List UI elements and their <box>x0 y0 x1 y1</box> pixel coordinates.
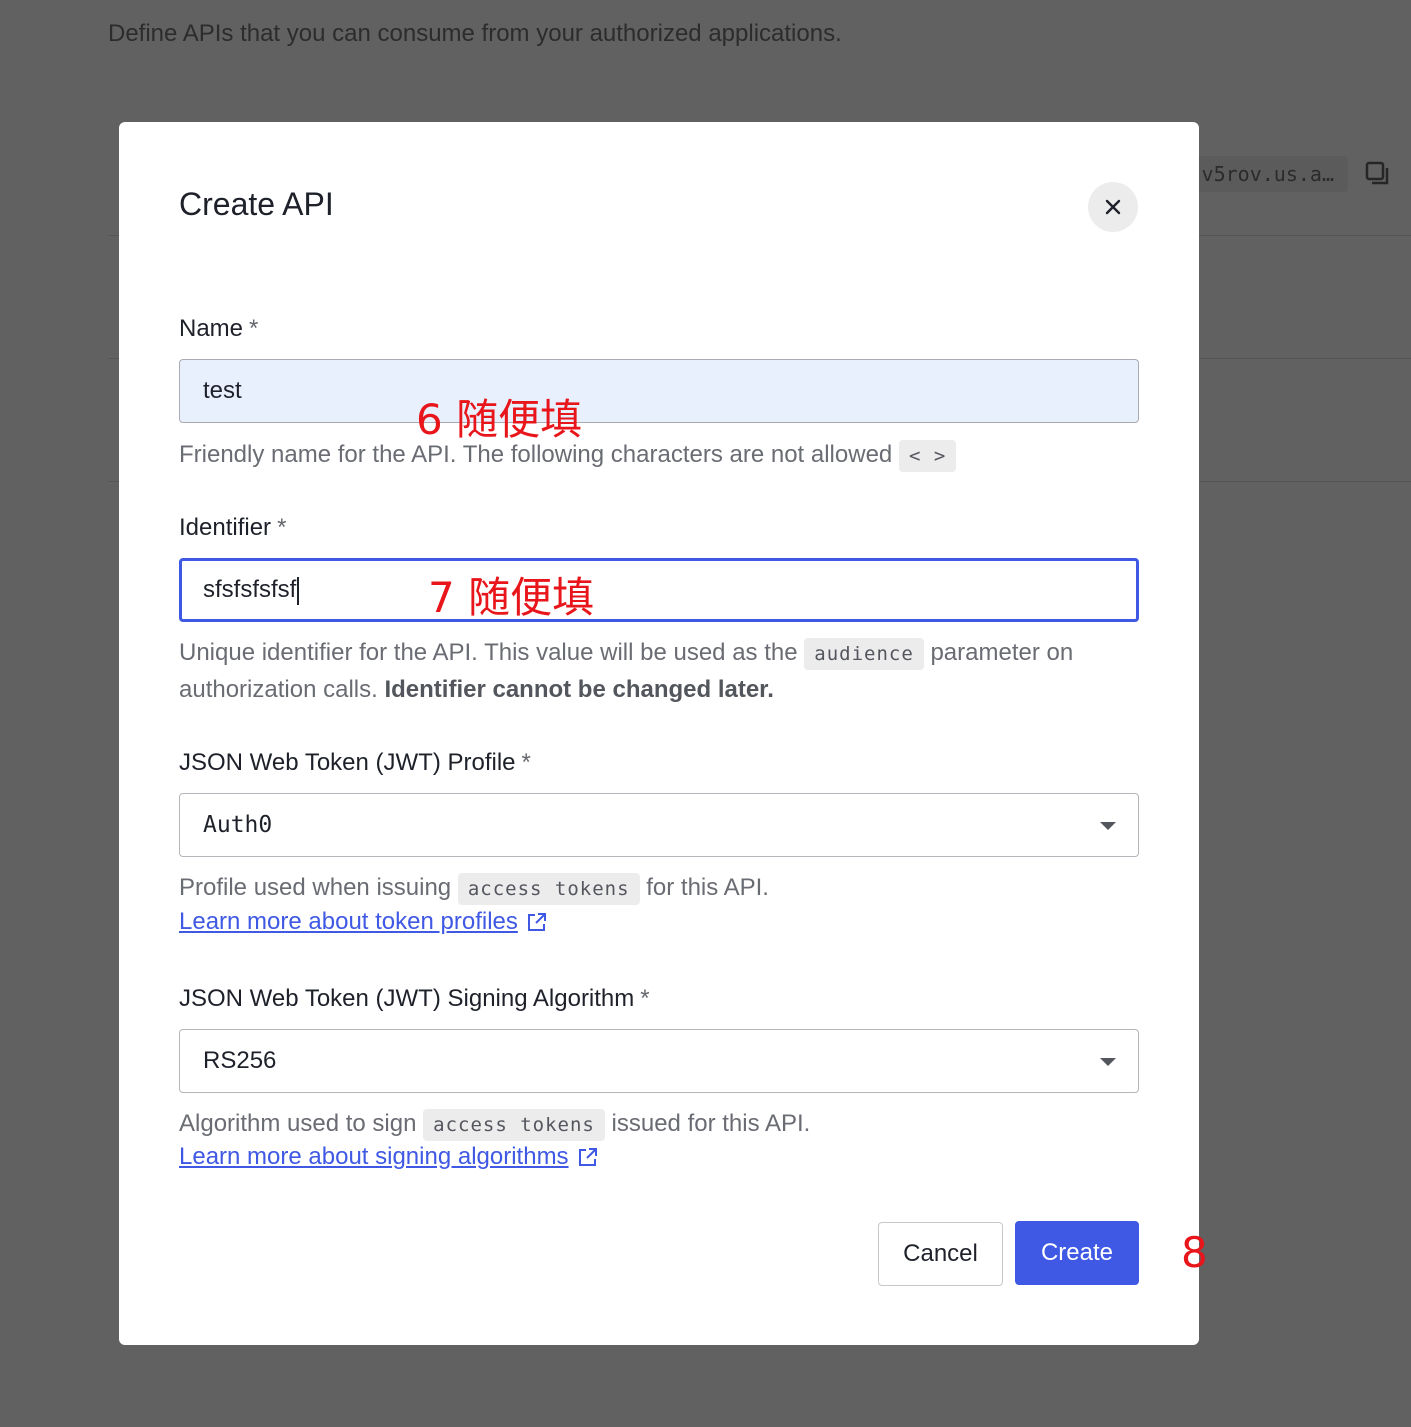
required-marker: * <box>521 749 531 776</box>
jwt-profile-value: Auth0 <box>203 812 273 838</box>
page-description: Define APIs that you can consume from yo… <box>108 20 842 47</box>
identifier-warning: Identifier cannot be changed later. <box>384 676 774 703</box>
identifier-label: Identifier * <box>179 514 286 542</box>
required-marker: * <box>249 315 259 342</box>
name-input[interactable]: test <box>179 359 1139 423</box>
signing-algorithm-help: Algorithm used to sign access tokens iss… <box>179 1105 1139 1142</box>
token-profiles-link-text: Learn more about token profiles <box>179 908 518 935</box>
signing-algorithm-value: RS256 <box>203 1047 277 1074</box>
name-label: Name * <box>179 315 258 343</box>
signing-algorithm-help-text-2: issued for this API. <box>611 1110 811 1137</box>
access-tokens-code: access tokens <box>423 1109 605 1141</box>
jwt-profile-label: JSON Web Token (JWT) Profile * <box>179 749 531 777</box>
jwt-profile-help-text-2: for this API. <box>646 874 769 901</box>
external-link-icon <box>578 1148 597 1166</box>
required-marker: * <box>277 514 287 541</box>
identifier-input[interactable]: sfsfsfsfsf <box>179 558 1139 622</box>
jwt-profile-help: Profile used when issuing access tokens … <box>179 869 1139 906</box>
identifier-help-text: Unique identifier for the API. This valu… <box>179 639 798 666</box>
chevron-down-icon <box>1100 822 1116 830</box>
create-api-dialog: Create API Name * test Friendly name for … <box>119 122 1199 1345</box>
close-button[interactable] <box>1088 182 1138 232</box>
dialog-title: Create API <box>179 186 334 222</box>
annotation-step-6: 6 随便填 <box>416 395 583 444</box>
create-button[interactable]: Create <box>1015 1221 1139 1285</box>
chevron-down-icon <box>1100 1058 1116 1066</box>
signing-algorithm-select[interactable]: RS256 <box>179 1029 1139 1093</box>
name-label-text: Name <box>179 315 244 342</box>
signing-algorithms-link-text: Learn more about signing algorithms <box>179 1143 569 1170</box>
cancel-button[interactable]: Cancel <box>878 1222 1003 1286</box>
signing-algorithms-link[interactable]: Learn more about signing algorithms <box>179 1143 599 1171</box>
disallowed-chars-code: < > <box>898 440 957 472</box>
required-marker: * <box>640 985 650 1012</box>
signing-algorithm-help-text: Algorithm used to sign <box>179 1110 417 1137</box>
jwt-profile-label-text: JSON Web Token (JWT) Profile <box>179 749 516 776</box>
jwt-profile-help-text: Profile used when issuing <box>179 874 452 901</box>
token-profiles-link[interactable]: Learn more about token profiles <box>179 908 548 936</box>
name-help: Friendly name for the API. The following… <box>179 436 1139 473</box>
signing-algorithm-label-text: JSON Web Token (JWT) Signing Algorithm <box>179 985 635 1012</box>
jwt-profile-select[interactable]: Auth0 <box>179 793 1139 857</box>
identifier-help: Unique identifier for the API. This valu… <box>179 634 1139 708</box>
access-tokens-code: access tokens <box>457 873 640 905</box>
identifier-label-text: Identifier <box>179 514 272 541</box>
copy-icon[interactable] <box>1364 160 1392 188</box>
text-caret <box>297 576 300 605</box>
signing-algorithm-label: JSON Web Token (JWT) Signing Algorithm * <box>179 985 650 1013</box>
external-link-icon <box>527 913 546 931</box>
annotation-step-7: 7 随便填 <box>428 573 595 622</box>
identifier-value: sfsfsfsfsf <box>203 576 297 603</box>
annotation-step-8: 8 <box>1181 1228 1208 1277</box>
audience-code: audience <box>804 638 924 670</box>
close-icon <box>1105 199 1121 215</box>
